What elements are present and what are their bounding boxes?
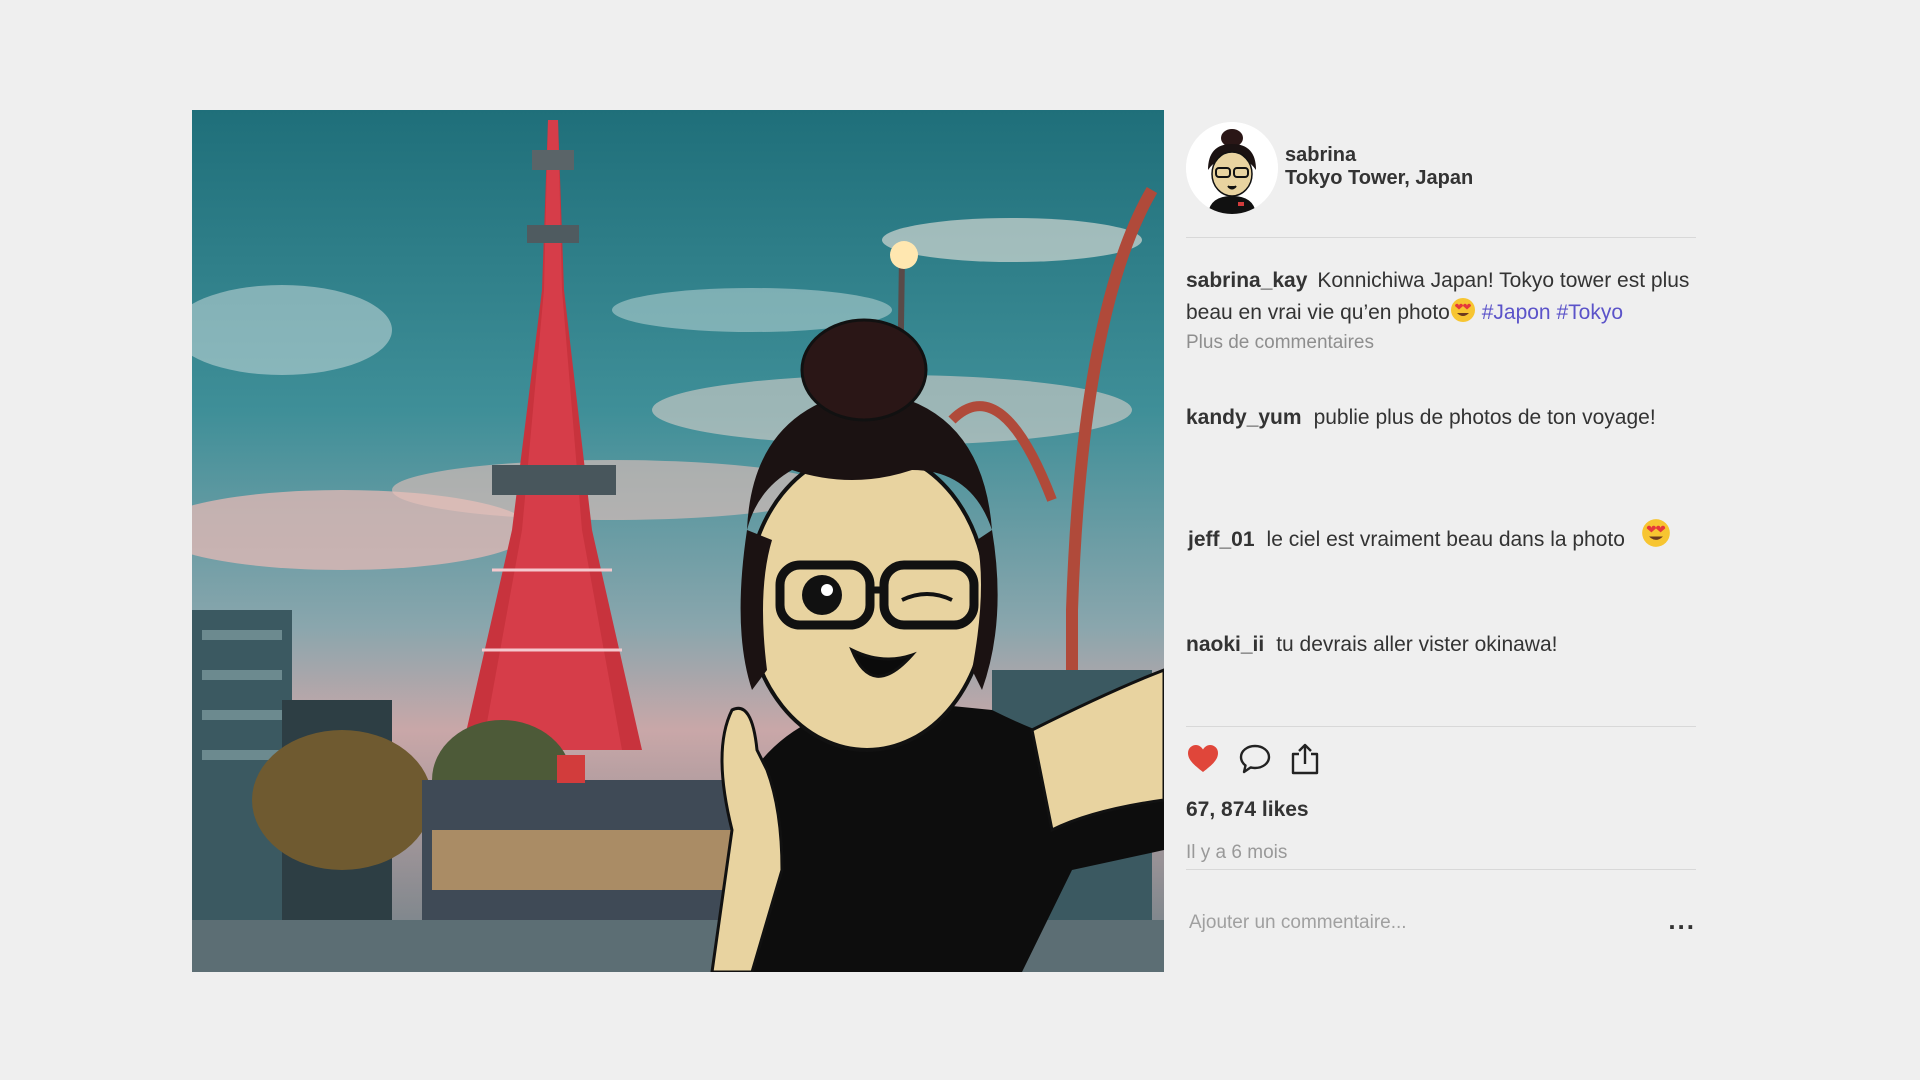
likes-count: 67, 874 likes — [1186, 798, 1309, 821]
heart-eyes-emoji-icon — [1641, 518, 1671, 554]
comment-handle[interactable]: jeff_01 — [1188, 528, 1255, 551]
share-icon — [1291, 743, 1319, 775]
speech-bubble-icon — [1239, 744, 1271, 774]
comment-handle[interactable]: naoki_ii — [1186, 633, 1264, 656]
comment-button[interactable] — [1238, 742, 1272, 776]
more-comments-link[interactable]: Plus de commentaires — [1186, 332, 1374, 354]
post-actions — [1186, 742, 1386, 778]
comment-item: naoki_ii tu devrais aller vister okinawa! — [1186, 633, 1696, 657]
girl-avatar-icon — [1186, 122, 1278, 214]
heart-icon — [1188, 745, 1218, 772]
comment-text: tu devrais aller vister okinawa! — [1276, 633, 1558, 656]
share-button[interactable] — [1288, 742, 1322, 776]
hashtag-tokyo[interactable]: #Tokyo — [1556, 301, 1623, 324]
add-comment-input[interactable] — [1186, 906, 1632, 940]
footer-divider — [1186, 869, 1696, 870]
caption-handle[interactable]: sabrina_kay — [1186, 269, 1307, 292]
post-user-name[interactable]: sabrina — [1285, 144, 1356, 167]
comment-text: le ciel est vraiment beau dans la photo — [1266, 528, 1625, 551]
comment-text: publie plus de photos de ton voyage! — [1313, 406, 1656, 429]
comments-divider — [1186, 726, 1696, 727]
post-location[interactable]: Tokyo Tower, Japan — [1285, 167, 1473, 190]
like-button[interactable] — [1186, 742, 1220, 776]
heart-eyes-emoji-icon — [1450, 297, 1476, 333]
comment-handle[interactable]: kandy_yum — [1186, 406, 1302, 429]
post-timestamp: Il y a 6 mois — [1186, 842, 1288, 863]
comment-item: jeff_01 le ciel est vraiment beau dans la… — [1188, 518, 1698, 554]
post-header: sabrina Tokyo Tower, Japan — [1186, 122, 1696, 214]
tokyo-tower-selfie-image — [192, 110, 1164, 972]
avatar[interactable] — [1186, 122, 1278, 214]
post-photo[interactable] — [192, 110, 1164, 972]
post-caption: sabrina_kay Konnichiwa Japan! Tokyo tower… — [1186, 265, 1706, 333]
more-options-button[interactable]: ... — [1656, 906, 1696, 940]
post-details-panel: sabrina Tokyo Tower, Japan sabrina_kay Ko… — [1186, 110, 1696, 972]
hashtag-japon[interactable]: #Japon — [1482, 301, 1551, 324]
comment-item: kandy_yum publie plus de photos de ton vo… — [1186, 406, 1696, 430]
header-divider — [1186, 237, 1696, 238]
